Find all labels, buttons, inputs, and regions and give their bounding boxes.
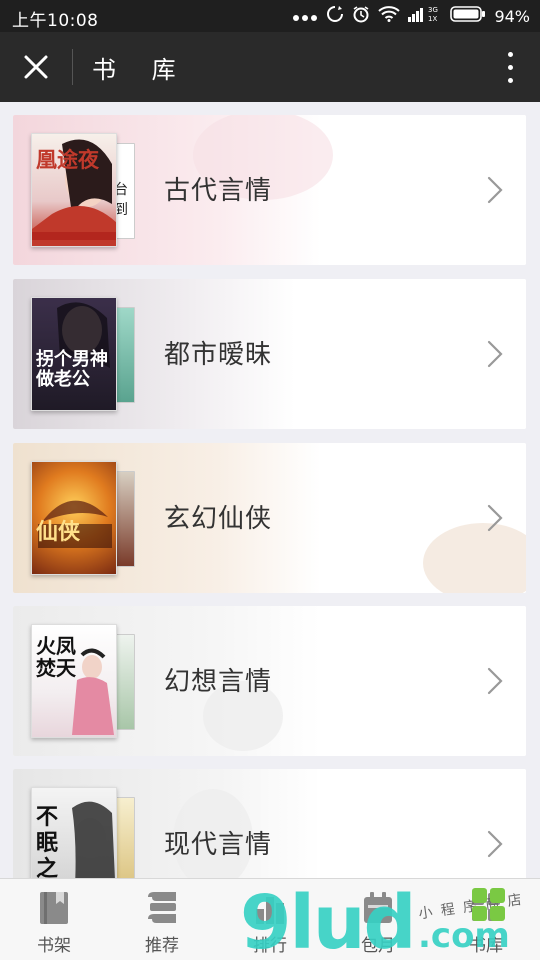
sync-icon xyxy=(326,5,344,27)
chevron-right-icon xyxy=(487,830,503,858)
page-title: 书 库 xyxy=(92,56,190,84)
title-divider xyxy=(72,49,73,85)
title-bar: 书 库 xyxy=(0,32,540,102)
book-cover: 仙侠 xyxy=(31,461,117,575)
more-vertical-icon-dot xyxy=(507,64,513,70)
category-card-modern-romance[interactable]: 不眠之夜 现代言情 xyxy=(13,769,526,878)
status-icons: 3G 1X 94% xyxy=(292,5,530,27)
tab-label: 书架 xyxy=(37,936,71,956)
battery-percent: 94% xyxy=(494,6,530,26)
category-card-fantasy-romance[interactable]: 火凤焚天 幻想言情 xyxy=(13,606,526,756)
watermark-logo-text: 9lud xyxy=(240,886,415,956)
category-label: 现代言情 xyxy=(164,830,273,860)
book-cover: 拐个男神做老公 xyxy=(31,297,117,411)
bookshelf-icon xyxy=(40,892,68,924)
category-list[interactable]: 台到 凰途夜 古代言情 拐个男神做老公 都市暧昧 仙侠 玄幻仙侠 火凤焚天 幻想… xyxy=(0,102,540,878)
wifi-icon xyxy=(378,6,401,26)
cover-title: 拐个男神做老公 xyxy=(36,349,108,390)
book-cover: 凰途夜 xyxy=(31,133,117,247)
category-label: 古代言情 xyxy=(164,176,273,206)
alarm-icon xyxy=(352,5,370,27)
more-button[interactable] xyxy=(496,48,524,86)
book-cover: 不眠之夜 xyxy=(31,787,117,878)
category-label: 幻想言情 xyxy=(164,667,273,697)
more-dots-icon xyxy=(292,7,318,26)
tab-bookshelf[interactable]: 书架 xyxy=(0,879,108,960)
signal-icon: 3G 1X xyxy=(408,5,442,27)
tab-label: 推荐 xyxy=(145,936,179,956)
category-card-urban-romance[interactable]: 拐个男神做老公 都市暧昧 xyxy=(13,279,526,429)
cover-title: 不眠之夜 xyxy=(36,804,59,878)
category-card-ancient-romance[interactable]: 台到 凰途夜 古代言情 xyxy=(13,115,526,265)
cover-title: 凰途夜 xyxy=(36,147,99,172)
recommend-icon xyxy=(148,892,176,923)
cover-title: 仙侠 xyxy=(36,519,81,545)
close-icon xyxy=(24,55,48,79)
more-vertical-icon xyxy=(507,51,513,57)
book-cover: 火凤焚天 xyxy=(31,624,117,738)
status-time: 上午10:08 xyxy=(12,11,99,31)
watermark-domain: .com xyxy=(418,916,510,956)
watermark-logo: 9lud xyxy=(240,886,417,956)
network-top-text: 3G xyxy=(428,6,438,14)
category-label: 玄幻仙侠 xyxy=(164,504,273,534)
battery-icon xyxy=(450,6,486,26)
status-bar: 上午10:08 3G 1X 94% xyxy=(0,0,540,32)
cover-title: 火凤焚天 xyxy=(36,634,76,680)
tab-recommend[interactable]: 推荐 xyxy=(108,879,216,960)
close-button[interactable] xyxy=(14,48,58,86)
more-vertical-icon-dot xyxy=(507,77,513,83)
chevron-right-icon xyxy=(487,340,503,368)
network-bottom-text: 1X xyxy=(428,15,437,23)
chevron-right-icon xyxy=(487,176,503,204)
chevron-right-icon xyxy=(487,504,503,532)
category-label: 都市暧昧 xyxy=(164,340,273,370)
chevron-right-icon xyxy=(487,667,503,695)
category-card-fantasy-xianxia[interactable]: 仙侠 玄幻仙侠 xyxy=(13,443,526,593)
